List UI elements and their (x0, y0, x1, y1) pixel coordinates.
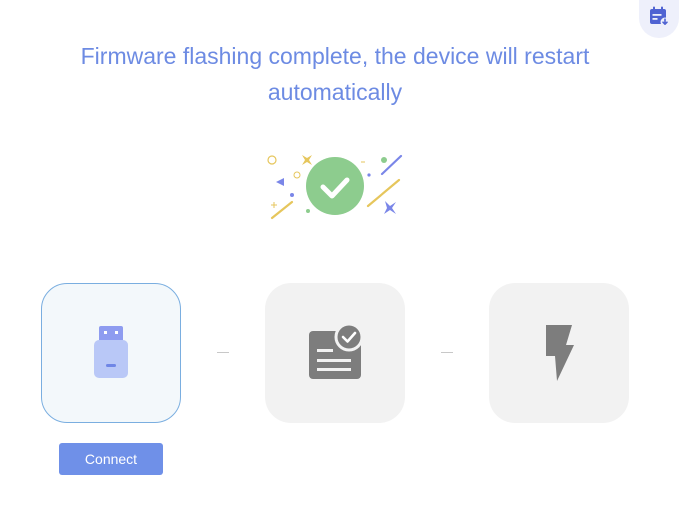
usb-device-icon (91, 323, 131, 383)
page-title-line-2: automatically (267, 79, 403, 105)
step-connect-device (41, 283, 181, 423)
lightning-icon (542, 323, 576, 383)
step-restart (489, 283, 629, 423)
success-illustration (266, 150, 404, 222)
step-flash-firmware (265, 283, 405, 423)
step-divider (441, 352, 453, 353)
step-divider (217, 352, 229, 353)
connect-button[interactable]: Connect (59, 443, 163, 475)
document-check-icon (305, 323, 365, 383)
page-title-line-1: Firmware flashing complete, the device w… (80, 43, 590, 69)
calendar-download-button[interactable] (639, 0, 679, 38)
calendar-download-icon (647, 6, 671, 33)
page-title: Firmware flashing complete, the device w… (40, 38, 630, 110)
success-check-icon (267, 154, 403, 220)
